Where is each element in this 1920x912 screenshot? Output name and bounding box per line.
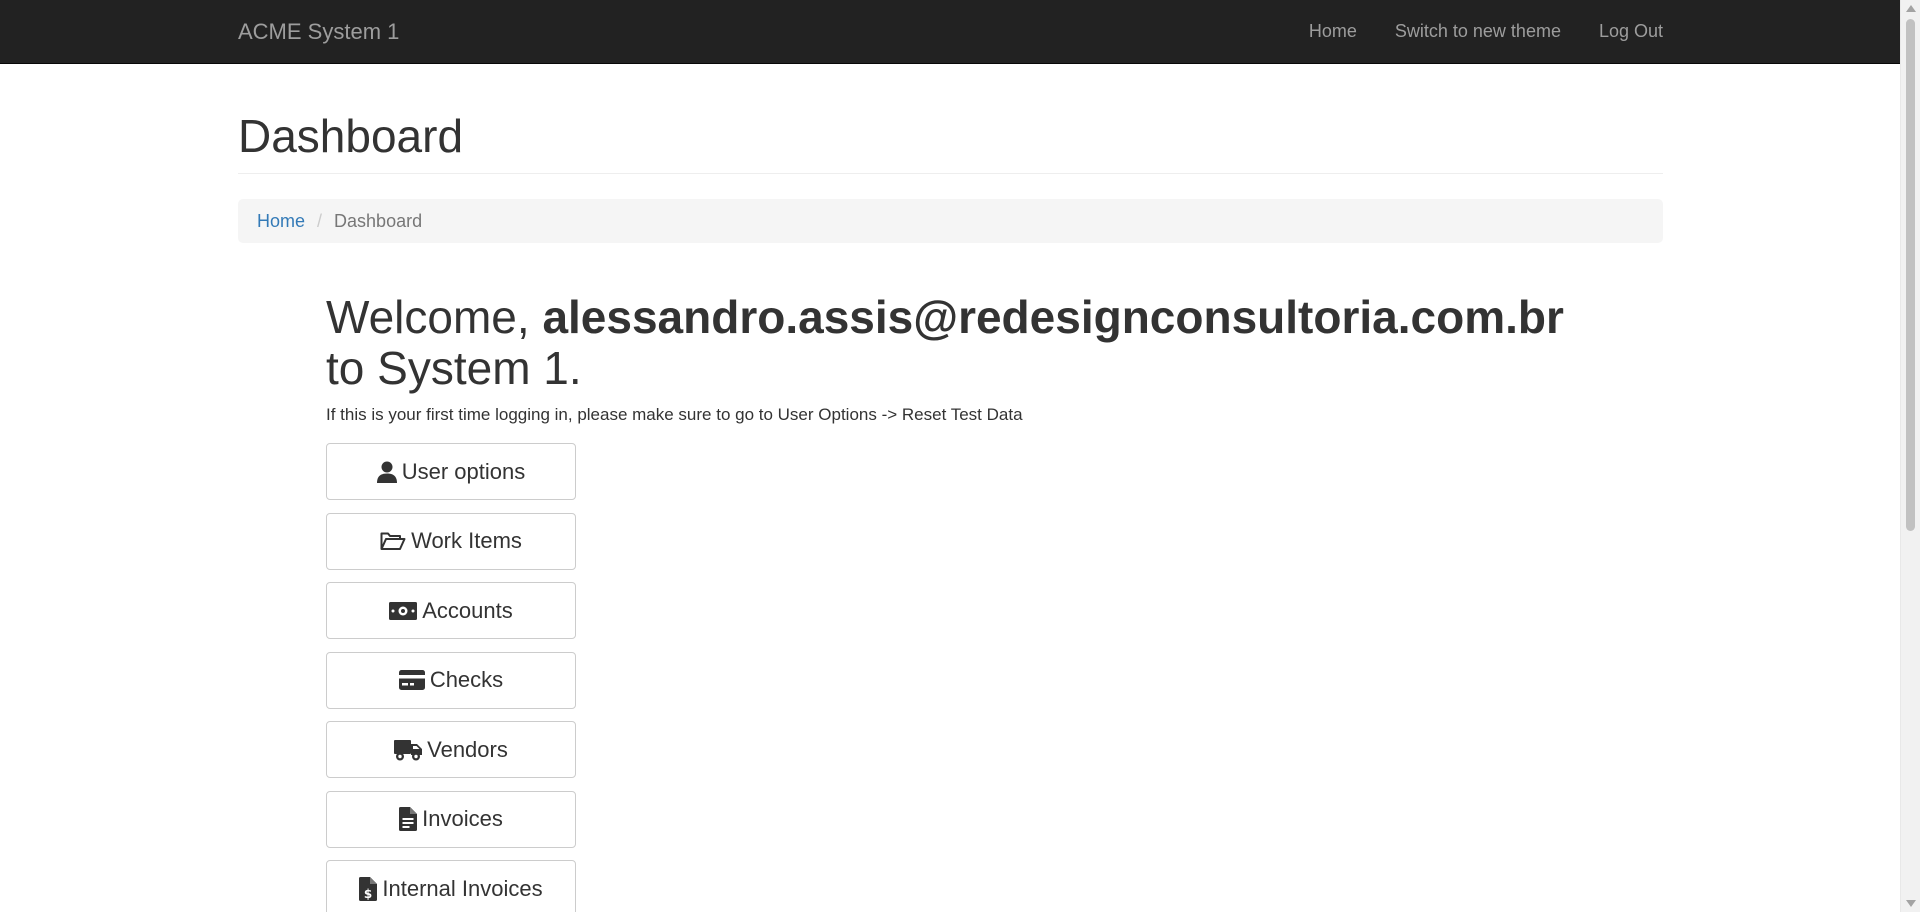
welcome-suffix: to System 1.: [326, 342, 582, 394]
file-invoice-icon: [399, 807, 418, 831]
breadcrumb: Home / Dashboard: [238, 199, 1663, 243]
svg-text:$: $: [364, 887, 372, 901]
checks-button[interactable]: Checks: [326, 651, 576, 709]
nav-logout-link[interactable]: Log Out: [1599, 21, 1663, 42]
scroll-up-arrow-icon[interactable]: [1901, 0, 1920, 17]
nav-switch-theme-link[interactable]: Switch to new theme: [1395, 21, 1561, 42]
vendors-label: Vendors: [427, 736, 508, 762]
accounts-label: Accounts: [422, 597, 513, 623]
money-bill-icon: [389, 601, 418, 620]
dashboard-menu: User options Work Items Accounts Checks …: [326, 443, 576, 912]
scroll-down-arrow-icon[interactable]: [1901, 895, 1920, 912]
credit-card-icon: [398, 670, 425, 690]
breadcrumb-current: Dashboard: [334, 210, 423, 231]
brand-link[interactable]: ACME System 1: [238, 0, 399, 63]
first-login-instructions: If this is your first time logging in, p…: [326, 405, 1023, 424]
scrollbar-thumb[interactable]: [1906, 19, 1915, 531]
welcome-prefix: Welcome,: [326, 291, 530, 343]
user-options-label: User options: [401, 458, 526, 484]
invoices-button[interactable]: Invoices: [326, 790, 576, 848]
breadcrumb-separator: /: [317, 210, 323, 231]
user-icon: [376, 461, 397, 483]
welcome-heading: Welcome, alessandro.assis@redesignconsul…: [326, 292, 1626, 394]
vendors-button[interactable]: Vendors: [326, 721, 576, 778]
nav-links: Home Switch to new theme Log Out: [1271, 0, 1663, 63]
header-divider: [238, 173, 1663, 174]
file-invoice-dollar-icon: $: [359, 876, 378, 901]
truck-icon: [394, 739, 423, 761]
internal-invoices-label: Internal Invoices: [382, 875, 543, 901]
page-title: Dashboard: [238, 110, 464, 162]
accounts-button[interactable]: Accounts: [326, 582, 576, 639]
folder-open-icon: [380, 531, 406, 551]
nav-home-link[interactable]: Home: [1309, 21, 1357, 42]
vertical-scrollbar[interactable]: [1900, 0, 1920, 912]
invoices-label: Invoices: [422, 806, 503, 831]
internal-invoices-button[interactable]: $ Internal Invoices: [326, 860, 576, 912]
user-options-button[interactable]: User options: [326, 443, 576, 500]
page: ACME System 1 Home Switch to new theme L…: [0, 0, 1920, 912]
checks-label: Checks: [429, 667, 504, 692]
work-items-button[interactable]: Work Items: [326, 512, 576, 570]
top-navbar: ACME System 1 Home Switch to new theme L…: [0, 0, 1900, 64]
work-items-label: Work Items: [411, 528, 522, 553]
breadcrumb-home-link[interactable]: Home: [257, 211, 305, 232]
welcome-email: alessandro.assis@redesignconsultoria.com…: [542, 291, 1564, 343]
